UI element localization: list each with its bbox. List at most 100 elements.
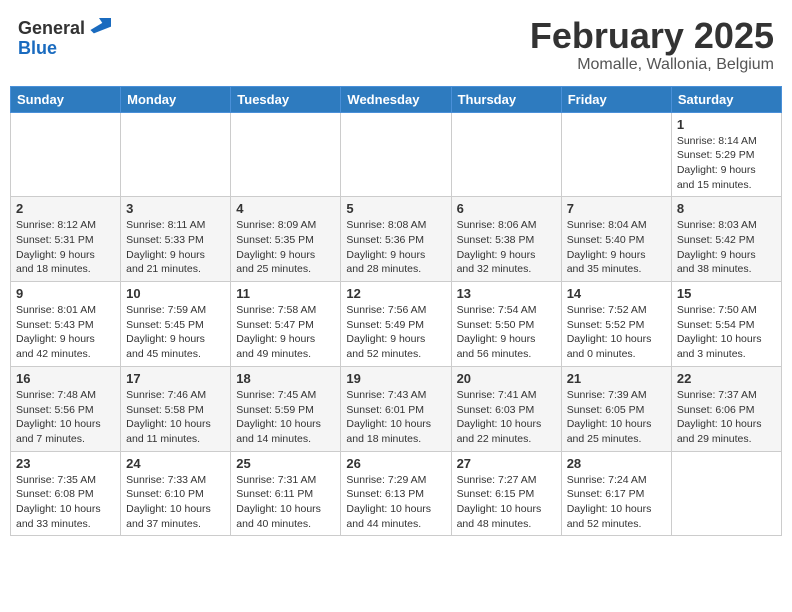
calendar-cell: 27 Sunrise: 7:27 AM Sunset: 6:15 PM Dayli… — [451, 451, 561, 536]
calendar-cell: 12 Sunrise: 7:56 AM Sunset: 5:49 PM Dayli… — [341, 282, 451, 367]
day-number: 14 — [567, 286, 666, 301]
day-number: 2 — [16, 201, 115, 216]
day-info: Sunrise: 8:01 AM Sunset: 5:43 PM Dayligh… — [16, 303, 115, 362]
day-info: Sunrise: 8:08 AM Sunset: 5:36 PM Dayligh… — [346, 218, 445, 277]
calendar-cell: 25 Sunrise: 7:31 AM Sunset: 6:11 PM Dayli… — [231, 451, 341, 536]
day-number: 19 — [346, 371, 445, 386]
day-info: Sunrise: 7:24 AM Sunset: 6:17 PM Dayligh… — [567, 473, 666, 532]
logo-blue-text: Blue — [18, 38, 57, 58]
calendar-cell: 8Sunrise: 8:03 AM Sunset: 5:42 PM Daylig… — [671, 197, 781, 282]
day-info: Sunrise: 7:35 AM Sunset: 6:08 PM Dayligh… — [16, 473, 115, 532]
calendar-table: SundayMondayTuesdayWednesdayThursdayFrid… — [10, 86, 782, 537]
calendar-cell: 11 Sunrise: 7:58 AM Sunset: 5:47 PM Dayli… — [231, 282, 341, 367]
day-number: 18 — [236, 371, 335, 386]
calendar-cell: 1Sunrise: 8:14 AM Sunset: 5:29 PM Daylig… — [671, 112, 781, 197]
calendar-cell: 4 Sunrise: 8:09 AM Sunset: 5:35 PM Daylig… — [231, 197, 341, 282]
col-header-friday: Friday — [561, 86, 671, 112]
day-info: Sunrise: 7:58 AM Sunset: 5:47 PM Dayligh… — [236, 303, 335, 362]
day-info: Sunrise: 7:29 AM Sunset: 6:13 PM Dayligh… — [346, 473, 445, 532]
calendar-cell: 20 Sunrise: 7:41 AM Sunset: 6:03 PM Dayli… — [451, 366, 561, 451]
day-info: Sunrise: 7:41 AM Sunset: 6:03 PM Dayligh… — [457, 388, 556, 447]
calendar-cell: 7 Sunrise: 8:04 AM Sunset: 5:40 PM Daylig… — [561, 197, 671, 282]
calendar-cell: 15Sunrise: 7:50 AM Sunset: 5:54 PM Dayli… — [671, 282, 781, 367]
calendar-cell: 28 Sunrise: 7:24 AM Sunset: 6:17 PM Dayli… — [561, 451, 671, 536]
calendar-cell: 10Sunrise: 7:59 AM Sunset: 5:45 PM Dayli… — [121, 282, 231, 367]
day-number: 7 — [567, 201, 666, 216]
location-text: Momalle, Wallonia, Belgium — [530, 56, 774, 74]
day-info: Sunrise: 7:50 AM Sunset: 5:54 PM Dayligh… — [677, 303, 776, 362]
calendar-cell: 3 Sunrise: 8:11 AM Sunset: 5:33 PM Daylig… — [121, 197, 231, 282]
calendar-week-3: 9 Sunrise: 8:01 AM Sunset: 5:43 PM Daylig… — [11, 282, 782, 367]
calendar-week-1: 1Sunrise: 8:14 AM Sunset: 5:29 PM Daylig… — [11, 112, 782, 197]
day-number: 10 — [126, 286, 225, 301]
calendar-cell: 18 Sunrise: 7:45 AM Sunset: 5:59 PM Dayli… — [231, 366, 341, 451]
col-header-wednesday: Wednesday — [341, 86, 451, 112]
day-number: 23 — [16, 456, 115, 471]
calendar-cell — [671, 451, 781, 536]
calendar-cell — [451, 112, 561, 197]
day-info: Sunrise: 7:56 AM Sunset: 5:49 PM Dayligh… — [346, 303, 445, 362]
calendar-cell: 21 Sunrise: 7:39 AM Sunset: 6:05 PM Dayli… — [561, 366, 671, 451]
calendar-cell: 17Sunrise: 7:46 AM Sunset: 5:58 PM Dayli… — [121, 366, 231, 451]
calendar-header-row: SundayMondayTuesdayWednesdayThursdayFrid… — [11, 86, 782, 112]
day-info: Sunrise: 7:45 AM Sunset: 5:59 PM Dayligh… — [236, 388, 335, 447]
day-number: 17 — [126, 371, 225, 386]
title-block: February 2025 Momalle, Wallonia, Belgium — [530, 16, 774, 74]
calendar-cell: 26 Sunrise: 7:29 AM Sunset: 6:13 PM Dayli… — [341, 451, 451, 536]
calendar-cell: 14 Sunrise: 7:52 AM Sunset: 5:52 PM Dayli… — [561, 282, 671, 367]
calendar-cell: 19 Sunrise: 7:43 AM Sunset: 6:01 PM Dayli… — [341, 366, 451, 451]
calendar-cell: 2Sunrise: 8:12 AM Sunset: 5:31 PM Daylig… — [11, 197, 121, 282]
calendar-cell: 23 Sunrise: 7:35 AM Sunset: 6:08 PM Dayli… — [11, 451, 121, 536]
calendar-cell — [341, 112, 451, 197]
day-number: 27 — [457, 456, 556, 471]
calendar-week-2: 2Sunrise: 8:12 AM Sunset: 5:31 PM Daylig… — [11, 197, 782, 282]
day-number: 25 — [236, 456, 335, 471]
calendar-cell — [121, 112, 231, 197]
day-number: 24 — [126, 456, 225, 471]
day-number: 13 — [457, 286, 556, 301]
calendar-week-5: 23 Sunrise: 7:35 AM Sunset: 6:08 PM Dayli… — [11, 451, 782, 536]
day-number: 16 — [16, 371, 115, 386]
calendar-cell — [11, 112, 121, 197]
day-number: 6 — [457, 201, 556, 216]
day-number: 22 — [677, 371, 776, 386]
logo-icon — [87, 14, 111, 34]
calendar-cell: 6 Sunrise: 8:06 AM Sunset: 5:38 PM Daylig… — [451, 197, 561, 282]
day-info: Sunrise: 7:31 AM Sunset: 6:11 PM Dayligh… — [236, 473, 335, 532]
day-number: 3 — [126, 201, 225, 216]
day-number: 21 — [567, 371, 666, 386]
day-info: Sunrise: 7:54 AM Sunset: 5:50 PM Dayligh… — [457, 303, 556, 362]
day-info: Sunrise: 8:04 AM Sunset: 5:40 PM Dayligh… — [567, 218, 666, 277]
day-info: Sunrise: 8:14 AM Sunset: 5:29 PM Dayligh… — [677, 134, 776, 193]
calendar-cell: 22 Sunrise: 7:37 AM Sunset: 6:06 PM Dayli… — [671, 366, 781, 451]
calendar-cell — [561, 112, 671, 197]
day-number: 8 — [677, 201, 776, 216]
day-info: Sunrise: 7:48 AM Sunset: 5:56 PM Dayligh… — [16, 388, 115, 447]
col-header-saturday: Saturday — [671, 86, 781, 112]
day-number: 11 — [236, 286, 335, 301]
day-info: Sunrise: 8:06 AM Sunset: 5:38 PM Dayligh… — [457, 218, 556, 277]
col-header-thursday: Thursday — [451, 86, 561, 112]
day-number: 5 — [346, 201, 445, 216]
calendar-week-4: 16 Sunrise: 7:48 AM Sunset: 5:56 PM Dayli… — [11, 366, 782, 451]
day-info: Sunrise: 8:09 AM Sunset: 5:35 PM Dayligh… — [236, 218, 335, 277]
day-number: 28 — [567, 456, 666, 471]
logo-general-text: General — [18, 18, 85, 38]
day-number: 9 — [16, 286, 115, 301]
day-number: 12 — [346, 286, 445, 301]
day-info: Sunrise: 8:11 AM Sunset: 5:33 PM Dayligh… — [126, 218, 225, 277]
day-info: Sunrise: 7:39 AM Sunset: 6:05 PM Dayligh… — [567, 388, 666, 447]
calendar-cell: 9 Sunrise: 8:01 AM Sunset: 5:43 PM Daylig… — [11, 282, 121, 367]
day-info: Sunrise: 7:37 AM Sunset: 6:06 PM Dayligh… — [677, 388, 776, 447]
month-title: February 2025 — [530, 16, 774, 56]
day-info: Sunrise: 7:27 AM Sunset: 6:15 PM Dayligh… — [457, 473, 556, 532]
day-number: 4 — [236, 201, 335, 216]
day-number: 20 — [457, 371, 556, 386]
day-info: Sunrise: 7:52 AM Sunset: 5:52 PM Dayligh… — [567, 303, 666, 362]
logo: General Blue — [18, 16, 111, 59]
calendar-cell: 13 Sunrise: 7:54 AM Sunset: 5:50 PM Dayli… — [451, 282, 561, 367]
day-info: Sunrise: 7:43 AM Sunset: 6:01 PM Dayligh… — [346, 388, 445, 447]
day-number: 26 — [346, 456, 445, 471]
col-header-sunday: Sunday — [11, 86, 121, 112]
calendar-cell: 16 Sunrise: 7:48 AM Sunset: 5:56 PM Dayli… — [11, 366, 121, 451]
